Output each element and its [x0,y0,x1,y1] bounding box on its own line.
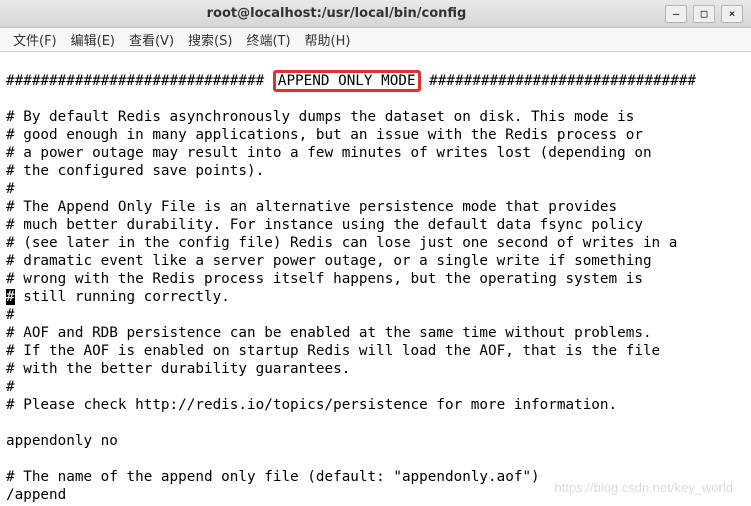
comment-tail: still running correctly. [15,289,230,305]
terminal-content[interactable]: ############################## APPEND ON… [0,52,751,506]
comment-line: # By default Redis asynchronously dumps … [6,109,634,125]
menu-terminal[interactable]: 终端(T) [239,28,297,51]
comment-line: # a power outage may result into a few m… [6,145,652,161]
comment-line: # The name of the append only file (defa… [6,469,540,485]
menu-help[interactable]: 帮助(H) [298,28,358,51]
comment-line-cursor: # still running correctly. [6,289,230,305]
comment-line: # with the better durability guarantees. [6,361,350,377]
menu-file[interactable]: 文件(F) [6,28,64,51]
comment-line: # good enough in many applications, but … [6,127,643,143]
comment-line: # (see later in the config file) Redis c… [6,235,677,251]
section-header-line: ############################## APPEND ON… [6,70,696,92]
config-line: appendonly no [6,433,118,449]
comment-line: # [6,181,15,197]
comment-line: # much better durability. For instance u… [6,217,643,233]
comment-line: # Please check http://redis.io/topics/pe… [6,397,617,413]
comment-line: # wrong with the Redis process itself ha… [6,271,643,287]
menu-edit[interactable]: 编辑(E) [64,28,122,51]
comment-line: # [6,307,15,323]
window-title: root@localhost:/usr/local/bin/config [8,6,665,21]
maximize-button[interactable]: □ [693,5,715,23]
comment-line: # dramatic event like a server power out… [6,253,652,269]
menubar: 文件(F) 编辑(E) 查看(V) 搜索(S) 终端(T) 帮助(H) [0,28,751,52]
comment-line: # If the AOF is enabled on startup Redis… [6,343,660,359]
close-button[interactable]: × [721,5,743,23]
menu-view[interactable]: 查看(V) [122,28,181,51]
minimize-button[interactable]: – [665,5,687,23]
comment-line: # [6,379,15,395]
section-title-highlight: APPEND ONLY MODE [273,70,421,92]
titlebar: root@localhost:/usr/local/bin/config – □… [0,0,751,28]
search-line: /append [6,487,66,503]
window-controls: – □ × [665,5,743,23]
comment-line: # the configured save points). [6,163,264,179]
menu-search[interactable]: 搜索(S) [181,28,239,51]
comment-line: # AOF and RDB persistence can be enabled… [6,325,652,341]
comment-line: # The Append Only File is an alternative… [6,199,617,215]
hash-prefix: ############################## [6,73,273,89]
cursor-block: # [6,289,15,305]
hash-suffix: ############################### [421,73,696,89]
